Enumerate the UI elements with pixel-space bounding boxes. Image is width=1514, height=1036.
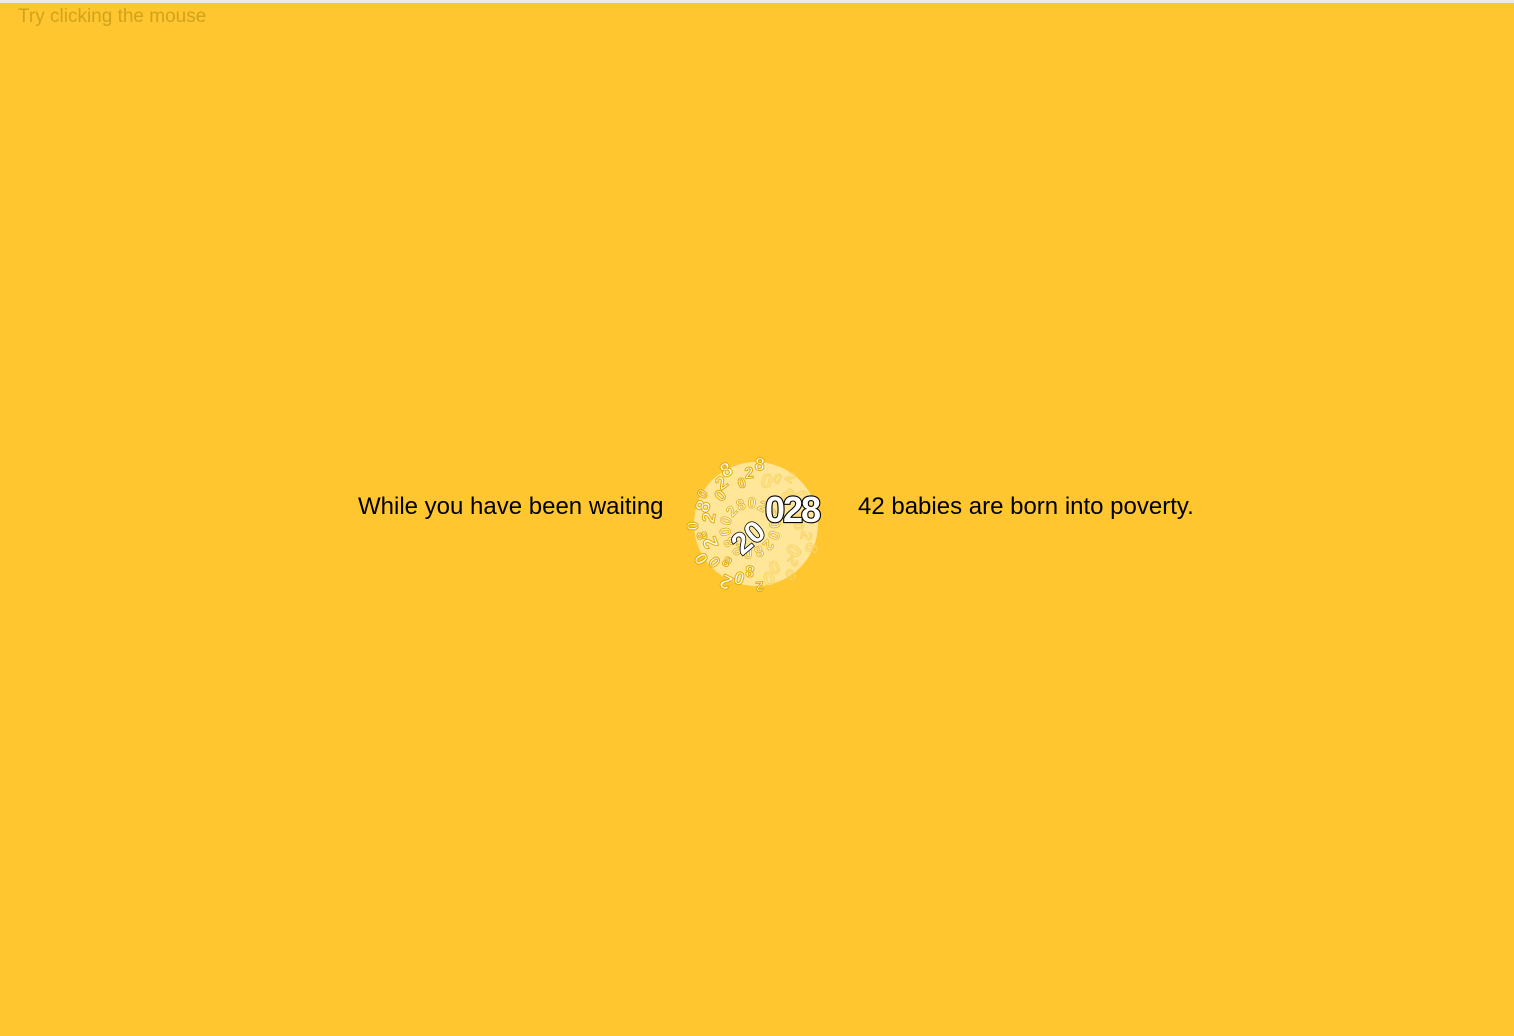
burst-digit: 2 [744, 465, 754, 483]
spinning-number-burst-icon: 028028002802800280280 028 02 80028028028028… [685, 453, 824, 595]
page[interactable]: Try clicking the mouse While you have be… [0, 0, 1514, 1036]
counter-burst[interactable]: 0280280028028002802800280280028028028028… [680, 448, 840, 598]
burst-digit: 2 [755, 578, 764, 595]
waiting-prefix-text: While you have been waiting [358, 493, 664, 520]
burst-digit: 0 [685, 521, 702, 530]
top-edge-strip [0, 0, 1514, 3]
counter-value: 028 [765, 489, 820, 530]
poverty-suffix-text: 42 babies are born into poverty. [858, 493, 1194, 520]
hint-text: Try clicking the mouse [18, 6, 207, 27]
